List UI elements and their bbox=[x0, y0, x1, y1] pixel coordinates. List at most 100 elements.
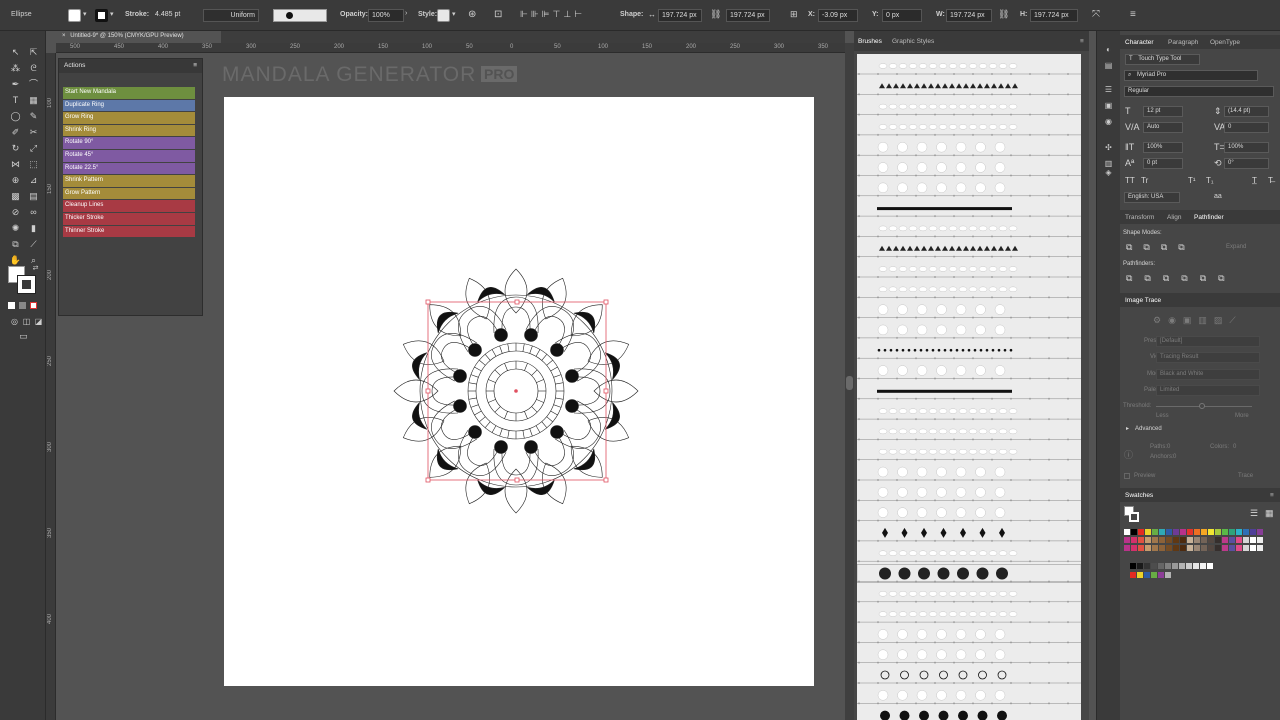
color-swatch[interactable] bbox=[1131, 537, 1137, 543]
tab-opentype[interactable]: OpenType bbox=[1210, 39, 1240, 46]
advanced-label[interactable]: Advanced bbox=[1135, 426, 1162, 432]
column-graph-icon[interactable]: ▮ bbox=[27, 222, 40, 235]
recolor-icon[interactable]: ⊛ bbox=[468, 9, 476, 20]
action-item[interactable]: Rotate 22.5° bbox=[63, 162, 195, 175]
pathfinder-buttons-icon[interactable]: ⧉⧉⧉⧉⧉⧉ bbox=[1126, 273, 1237, 284]
color-swatch[interactable] bbox=[1144, 572, 1150, 578]
color-swatch[interactable] bbox=[1151, 563, 1157, 569]
document-tab[interactable]: × Untitled-9* @ 150% (CMYK/GPU Preview) bbox=[56, 31, 221, 43]
color-swatch[interactable] bbox=[1138, 537, 1144, 543]
magic-wand-icon[interactable]: ⁂ bbox=[9, 62, 22, 75]
subscript-button[interactable]: T₁ bbox=[1206, 176, 1214, 185]
selection-tool-icon[interactable]: ↖ bbox=[9, 46, 22, 59]
brush-list[interactable] bbox=[857, 54, 1081, 720]
color-swatch[interactable] bbox=[1158, 572, 1164, 578]
color-swatch[interactable] bbox=[1158, 563, 1164, 569]
color-swatch[interactable] bbox=[1229, 529, 1235, 535]
color-swatch[interactable] bbox=[1179, 563, 1185, 569]
opacity-arrow-icon[interactable]: › bbox=[405, 10, 407, 17]
scale-tool-icon[interactable]: ⤢ bbox=[27, 142, 40, 155]
underline-icon[interactable]: T̲ bbox=[1252, 176, 1257, 185]
color-swatch[interactable] bbox=[1243, 529, 1249, 535]
y-field[interactable]: 0 px bbox=[882, 9, 922, 22]
color-swatch[interactable] bbox=[1200, 563, 1206, 569]
font-style-field[interactable]: Regular bbox=[1124, 86, 1274, 97]
artboard[interactable] bbox=[224, 97, 814, 686]
menu-icon[interactable]: ≡ bbox=[1130, 9, 1136, 20]
color-swatch[interactable] bbox=[1173, 545, 1179, 551]
superscript-button[interactable]: T¹ bbox=[1188, 176, 1196, 185]
color-swatch[interactable] bbox=[1152, 529, 1158, 535]
blend-tool-icon[interactable]: ∞ bbox=[27, 206, 40, 219]
width-tool-icon[interactable]: ⋈ bbox=[9, 158, 22, 171]
action-item[interactable]: Cleanup Lines bbox=[63, 200, 195, 212]
color-swatch[interactable] bbox=[1222, 537, 1228, 543]
action-item[interactable]: Duplicate Ring bbox=[63, 99, 195, 112]
brush-preview-list[interactable] bbox=[857, 54, 1081, 720]
color-swatch[interactable] bbox=[1207, 563, 1213, 569]
direct-selection-tool-icon[interactable]: ⇱ bbox=[27, 46, 40, 59]
variable-width-profile[interactable]: Uniform bbox=[203, 9, 259, 22]
color-swatch[interactable] bbox=[1166, 537, 1172, 543]
color-swatch[interactable] bbox=[1250, 537, 1256, 543]
vertical-ruler[interactable]: 100 150 200 250 300 350 400 bbox=[46, 53, 56, 720]
action-item[interactable]: Thicker Stroke bbox=[63, 213, 195, 225]
canvas-scrollbar[interactable] bbox=[845, 43, 854, 720]
draw-inside-icon[interactable]: ◪ bbox=[32, 315, 45, 328]
color-swatch[interactable] bbox=[1201, 529, 1207, 535]
color-swatch[interactable] bbox=[1187, 529, 1193, 535]
color-panel-icon[interactable]: ◐ bbox=[1103, 44, 1114, 55]
leading-field[interactable]: (14.4 pt) bbox=[1224, 106, 1269, 117]
color-swatch[interactable] bbox=[1180, 545, 1186, 551]
eyedropper-icon[interactable]: ⊘ bbox=[9, 206, 22, 219]
color-swatch[interactable] bbox=[1124, 545, 1130, 551]
fill-swatch[interactable] bbox=[68, 9, 81, 22]
gradient-mode-icon[interactable] bbox=[19, 302, 26, 309]
color-swatch[interactable] bbox=[1243, 537, 1249, 543]
shape-width-field[interactable]: 197.724 px bbox=[658, 9, 702, 22]
color-swatch[interactable] bbox=[1229, 537, 1235, 543]
layers-icon[interactable]: ◈ bbox=[1103, 167, 1114, 178]
color-swatch[interactable] bbox=[1208, 537, 1214, 543]
color-swatch[interactable] bbox=[1130, 563, 1136, 569]
color-swatch[interactable] bbox=[1257, 529, 1263, 535]
action-item[interactable]: Rotate 45° bbox=[63, 150, 195, 162]
color-swatch[interactable] bbox=[1138, 529, 1144, 535]
strikethrough-icon[interactable]: T̶ bbox=[1268, 176, 1273, 185]
expand-button[interactable]: Expand bbox=[1226, 244, 1246, 250]
wh-link-icon[interactable]: ⛓ bbox=[998, 9, 1009, 20]
color-swatch[interactable] bbox=[1151, 572, 1157, 578]
shape-height-field[interactable]: 197.724 px bbox=[726, 9, 770, 22]
horizontal-ruler[interactable]: 500 450 400 350 300 250 200 150 100 50 0 50 100 150 20… bbox=[56, 43, 872, 53]
document-info-icon[interactable]: ▤ bbox=[1103, 60, 1114, 71]
lasso-icon[interactable]: ᘓ bbox=[27, 62, 40, 75]
color-swatch[interactable] bbox=[1194, 537, 1200, 543]
brush-definition[interactable] bbox=[273, 9, 327, 22]
scrollbar-thumb[interactable] bbox=[846, 376, 853, 390]
slice-tool-icon[interactable]: ⟋ bbox=[27, 238, 40, 251]
color-swatch[interactable] bbox=[1215, 545, 1221, 551]
action-item[interactable]: Shrink Ring bbox=[63, 124, 195, 137]
ellipse-tool-icon[interactable]: ◯ bbox=[9, 110, 22, 123]
free-transform-icon[interactable]: ⬚ bbox=[27, 158, 40, 171]
color-swatch[interactable] bbox=[1229, 545, 1235, 551]
color-swatch[interactable] bbox=[1180, 537, 1186, 543]
baseline-shift-field[interactable]: 0 pt bbox=[1143, 158, 1183, 169]
color-swatch[interactable] bbox=[1152, 545, 1158, 551]
stroke-dropdown-icon[interactable]: ▾ bbox=[110, 10, 114, 18]
font-family-field[interactable]: ⌕ Myriad Pro bbox=[1124, 70, 1258, 81]
list-view-icon[interactable]: ☰ bbox=[1250, 508, 1258, 519]
kerning-field[interactable]: Auto bbox=[1143, 122, 1183, 133]
swap-colors-icon[interactable]: ⇄ bbox=[29, 262, 42, 275]
stroke-swatch[interactable] bbox=[95, 9, 108, 22]
isolate-icon[interactable]: ⤧ bbox=[1092, 9, 1100, 20]
tab-pathfinder[interactable]: Pathfinder bbox=[1194, 214, 1224, 221]
brushes-panel-menu-icon[interactable]: ≡ bbox=[1080, 38, 1084, 45]
color-swatch[interactable] bbox=[1152, 537, 1158, 543]
color-swatch[interactable] bbox=[1130, 572, 1136, 578]
trace-button[interactable]: Trace bbox=[1238, 473, 1253, 479]
color-swatch[interactable] bbox=[1215, 537, 1221, 543]
mesh-tool-icon[interactable]: ▩ bbox=[9, 190, 22, 203]
tab-transform[interactable]: Transform bbox=[1125, 214, 1154, 221]
layers-menu-icon[interactable]: ☰ bbox=[1103, 84, 1114, 95]
